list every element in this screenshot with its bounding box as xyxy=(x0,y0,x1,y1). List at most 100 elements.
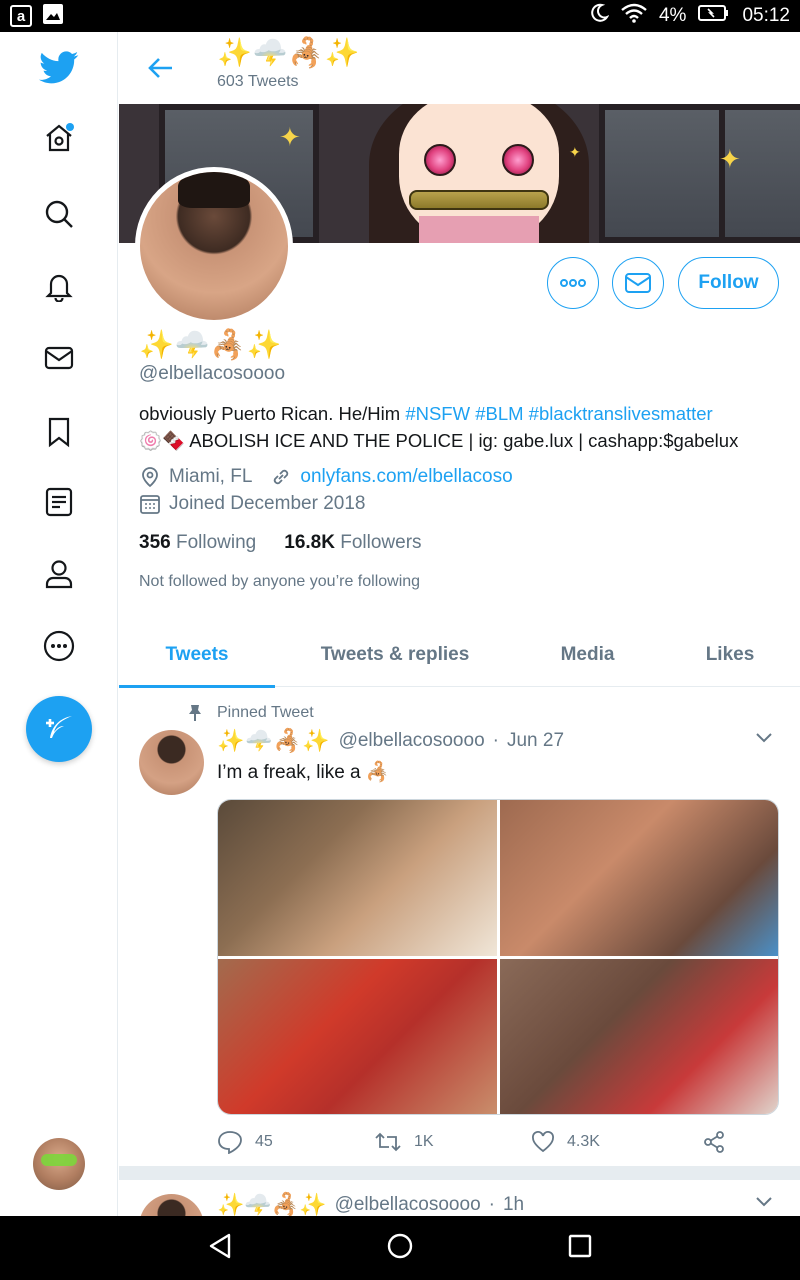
reply-icon xyxy=(218,1131,242,1154)
mail-icon xyxy=(625,273,651,293)
twitter-logo-icon[interactable] xyxy=(39,48,79,88)
tweet-menu-button[interactable] xyxy=(755,730,773,748)
profile-handle: @elbellacosoooo xyxy=(139,363,286,384)
profile-stats: 356 Following 16.8K Followers xyxy=(139,532,422,554)
follow-button[interactable]: Follow xyxy=(678,257,779,309)
tweet-header: ✨🌩️🦂✨ @elbellacosoooo · Jun 27 xyxy=(217,728,564,754)
compose-feather-icon xyxy=(46,716,72,738)
timeline-divider xyxy=(119,1166,800,1180)
tab-tweets-and-replies[interactable]: Tweets & replies xyxy=(275,622,515,687)
profile-joined-date: Joined December 2018 xyxy=(169,493,366,514)
search-icon xyxy=(45,200,73,228)
back-button[interactable] xyxy=(141,48,181,88)
more-options-button[interactable] xyxy=(547,257,599,309)
like-button[interactable]: 4.3K xyxy=(531,1130,688,1154)
reply-count: 45 xyxy=(255,1133,273,1150)
sidebar-item-messages[interactable] xyxy=(39,338,79,378)
back-nav-button[interactable] xyxy=(207,1232,233,1265)
dot-separator: · xyxy=(492,730,499,751)
tweet-photo[interactable] xyxy=(218,958,497,1114)
tweet-author-name[interactable]: ✨🌩️🦂✨ xyxy=(217,1192,327,1216)
tweet-avatar[interactable] xyxy=(139,730,204,795)
sidebar-item-bookmarks[interactable] xyxy=(39,412,79,452)
retweet-icon xyxy=(375,1132,401,1152)
bio-text: ABOLISH ICE AND THE POLICE | ig: gabe.lu… xyxy=(189,430,739,451)
heart-icon xyxy=(532,1131,554,1153)
profile-avatar[interactable] xyxy=(135,167,293,325)
sidebar-item-lists[interactable] xyxy=(39,482,79,522)
square-recents-icon xyxy=(569,1234,592,1257)
sidebar-item-more[interactable] xyxy=(39,626,79,666)
sidebar-item-home[interactable] xyxy=(39,118,79,158)
link-icon xyxy=(274,469,289,485)
battery-percent: 4% xyxy=(658,5,687,26)
message-button[interactable] xyxy=(612,257,664,309)
location-pin-icon xyxy=(142,467,158,488)
bell-icon xyxy=(45,274,73,302)
hashtag-link[interactable]: #NSFW xyxy=(405,403,470,424)
like-count: 4.3K xyxy=(567,1133,600,1150)
followers-stat[interactable]: 16.8K Followers xyxy=(284,532,421,554)
tweet-card[interactable]: ✨🌩️🦂✨ @elbellacosoooo · 1h xyxy=(119,1180,800,1216)
profile-website-link[interactable]: onlyfans.com/elbellacoso xyxy=(300,466,512,488)
pinned-indicator: Pinned Tweet xyxy=(187,704,314,722)
battery-icon xyxy=(698,3,730,29)
tweet-author-name[interactable]: ✨🌩️🦂✨ xyxy=(217,728,331,754)
tweet-author-handle[interactable]: @elbellacosoooo xyxy=(339,730,485,752)
profile-meta-location-link: Miami, FL onlyfans.com/elbellacoso xyxy=(139,466,513,488)
clock: 05:12 xyxy=(742,5,790,26)
profile-header-bar: ✨🌩️🦂✨ 603 Tweets xyxy=(119,32,800,104)
sidebar-item-profile[interactable] xyxy=(39,554,79,594)
hashtag-link[interactable]: #BLM xyxy=(475,403,523,424)
share-button[interactable] xyxy=(702,1130,726,1154)
compose-tweet-button[interactable] xyxy=(26,696,92,762)
system-navigation-bar xyxy=(0,1216,800,1280)
home-nav-button[interactable] xyxy=(386,1232,414,1265)
reply-button[interactable]: 45 xyxy=(217,1130,374,1154)
tweet-photo[interactable] xyxy=(218,800,497,956)
tweet-avatar[interactable] xyxy=(139,1194,204,1216)
profile-display-name: ✨🌩️🦂✨ xyxy=(139,329,283,360)
hashtag-link[interactable]: #blacktranslivesmatter xyxy=(529,403,713,424)
home-icon xyxy=(46,123,74,152)
tweet-menu-button[interactable] xyxy=(755,1194,773,1212)
sidebar-item-notifications[interactable] xyxy=(39,266,79,306)
moon-icon xyxy=(589,3,610,29)
tweet-actions: 45 1K 4.3K xyxy=(217,1130,779,1154)
tweet-card[interactable]: Pinned Tweet ✨🌩️🦂✨ @elbellacosoooo · Jun… xyxy=(119,688,800,1166)
calendar-icon xyxy=(140,495,160,514)
mail-icon xyxy=(44,346,74,370)
profile-meta-joined: Joined December 2018 xyxy=(139,493,365,515)
circle-home-icon xyxy=(387,1233,413,1258)
tweet-photo[interactable] xyxy=(499,958,778,1114)
share-icon xyxy=(704,1131,724,1153)
image-icon xyxy=(42,3,64,30)
tweet-date[interactable]: Jun 27 xyxy=(507,730,564,752)
list-icon xyxy=(45,487,73,517)
tweet-date[interactable]: 1h xyxy=(503,1194,524,1216)
more-dots-icon xyxy=(560,279,586,287)
chevron-down-icon xyxy=(756,733,772,743)
recents-nav-button[interactable] xyxy=(567,1233,593,1264)
following-stat[interactable]: 356 Following xyxy=(139,532,256,554)
more-icon xyxy=(43,630,75,662)
profile-tabs: Tweets Tweets & replies Media Likes xyxy=(119,622,800,688)
pin-icon xyxy=(189,705,201,721)
profile-bio: obviously Puerto Rican. He/Him #NSFW #BL… xyxy=(139,400,789,454)
sidebar xyxy=(0,32,118,1216)
wifi-icon xyxy=(621,3,647,29)
twitter-app: ✨🌩️🦂✨ 603 Tweets ✦ ✦ ✦ Follow ✨🌩️🦂✨ @elb… xyxy=(0,32,800,1216)
retweet-button[interactable]: 1K xyxy=(374,1130,531,1154)
header-display-name: ✨🌩️🦂✨ xyxy=(217,37,361,68)
dot-separator: · xyxy=(488,1194,495,1215)
tab-media[interactable]: Media xyxy=(515,622,660,687)
bio-text: obviously Puerto Rican. He/Him xyxy=(139,403,406,424)
tweet-photo[interactable] xyxy=(499,800,778,956)
tweet-author-handle[interactable]: @elbellacosoooo xyxy=(335,1194,481,1216)
sidebar-item-explore[interactable] xyxy=(39,194,79,234)
tab-tweets[interactable]: Tweets xyxy=(119,622,275,688)
person-icon xyxy=(45,560,73,589)
account-avatar[interactable] xyxy=(33,1138,85,1190)
tweet-text: I’m a freak, like a 🦂 xyxy=(217,762,390,783)
tab-likes[interactable]: Likes xyxy=(660,622,800,687)
